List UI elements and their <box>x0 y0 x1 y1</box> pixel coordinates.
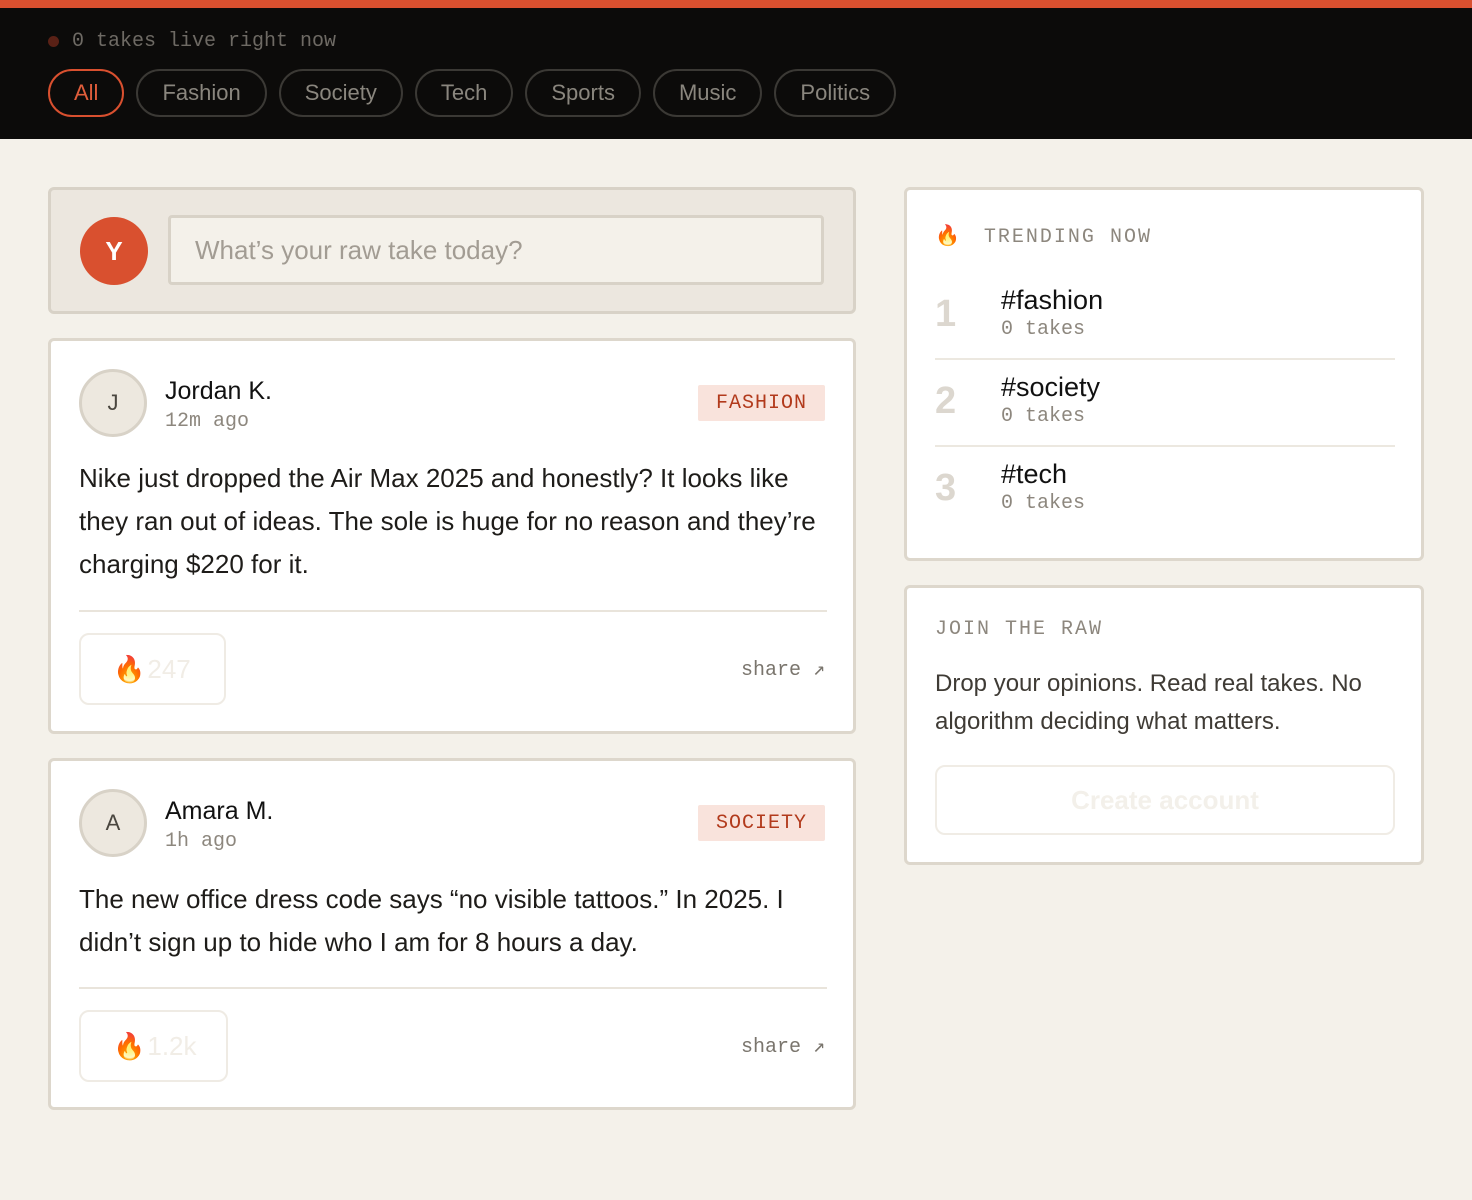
post-body: Nike just dropped the Air Max 2025 and h… <box>79 463 816 579</box>
post-body: The new office dress code says “no visib… <box>79 884 784 957</box>
share-button[interactable]: share ↗ <box>741 656 825 682</box>
trending-rank: 2 <box>935 380 957 422</box>
trending-count: 0 takes <box>1001 405 1086 428</box>
trending-item[interactable]: 2 #society 0 takes <box>935 360 1395 447</box>
join-card: JOIN THE RAW Drop your opinions. Read re… <box>904 585 1424 865</box>
top-bar: 0 takes live right now All Fashion Socie… <box>0 0 1472 139</box>
current-user-avatar: Y <box>80 217 148 285</box>
share-button[interactable]: share ↗ <box>741 1033 825 1059</box>
post-card: A Amara M. 1h ago SOCIETY The new office… <box>48 758 856 1110</box>
trending-count: 0 takes <box>1001 318 1086 341</box>
trending-item[interactable]: 1 #fashion 0 takes <box>935 273 1395 360</box>
trending-hashtag[interactable]: #tech <box>1001 459 1067 490</box>
category-pill-music[interactable]: Music <box>652 69 763 117</box>
trending-hashtag[interactable]: #fashion <box>1001 285 1103 316</box>
reaction-count: 1.2k <box>147 1030 197 1061</box>
take-input[interactable] <box>168 215 824 285</box>
reaction-count: 247 <box>147 653 191 684</box>
fire-reaction-button[interactable]: 🔥 247 <box>79 633 226 705</box>
post-divider <box>79 987 827 989</box>
post-timestamp: 1h ago <box>165 830 238 853</box>
category-pill-fashion[interactable]: Fashion <box>136 69 267 117</box>
post-divider <box>79 610 827 612</box>
trending-item[interactable]: 3 #tech 0 takes <box>935 447 1395 534</box>
author-avatar[interactable]: A <box>79 789 147 857</box>
author-name[interactable]: Amara M. <box>165 797 273 826</box>
fire-reaction-button[interactable]: 🔥 1.2k <box>79 1010 228 1082</box>
fire-icon: 🔥 <box>935 226 962 249</box>
post-timestamp: 12m ago <box>165 410 250 433</box>
create-account-button[interactable]: Create account <box>935 765 1395 835</box>
join-heading: JOIN THE RAW <box>935 618 1104 641</box>
trending-heading: 🔥 TRENDING NOW <box>935 226 1152 249</box>
category-pill-sports[interactable]: Sports <box>525 69 641 117</box>
post-card: J Jordan K. 12m ago FASHION Nike just dr… <box>48 338 856 734</box>
trending-rank: 3 <box>935 467 957 509</box>
category-filter-bar: All Fashion Society Tech Sports Music Po… <box>48 69 908 117</box>
trending-count: 0 takes <box>1001 492 1086 515</box>
author-avatar[interactable]: J <box>79 369 147 437</box>
category-tag[interactable]: FASHION <box>697 385 825 421</box>
trending-card: 🔥 TRENDING NOW 1 #fashion 0 takes 2 #soc… <box>904 187 1424 561</box>
author-name[interactable]: Jordan K. <box>165 377 272 406</box>
category-pill-tech[interactable]: Tech <box>414 69 514 117</box>
category-pill-society[interactable]: Society <box>278 69 403 117</box>
live-indicator: 0 takes live right now <box>48 30 336 53</box>
fire-icon: 🔥 <box>113 653 146 684</box>
fire-icon: 🔥 <box>113 1030 146 1061</box>
category-pill-all[interactable]: All <box>48 69 125 117</box>
trending-hashtag[interactable]: #society <box>1001 372 1100 403</box>
category-pill-politics[interactable]: Politics <box>774 69 897 117</box>
trending-rank: 1 <box>935 293 957 335</box>
join-description: Drop your opinions. Read real takes. No … <box>935 670 1362 735</box>
category-tag[interactable]: SOCIETY <box>697 805 825 841</box>
post-composer: Y <box>48 187 856 314</box>
live-count-text: 0 takes live right now <box>72 30 337 53</box>
live-dot-icon <box>48 36 59 47</box>
